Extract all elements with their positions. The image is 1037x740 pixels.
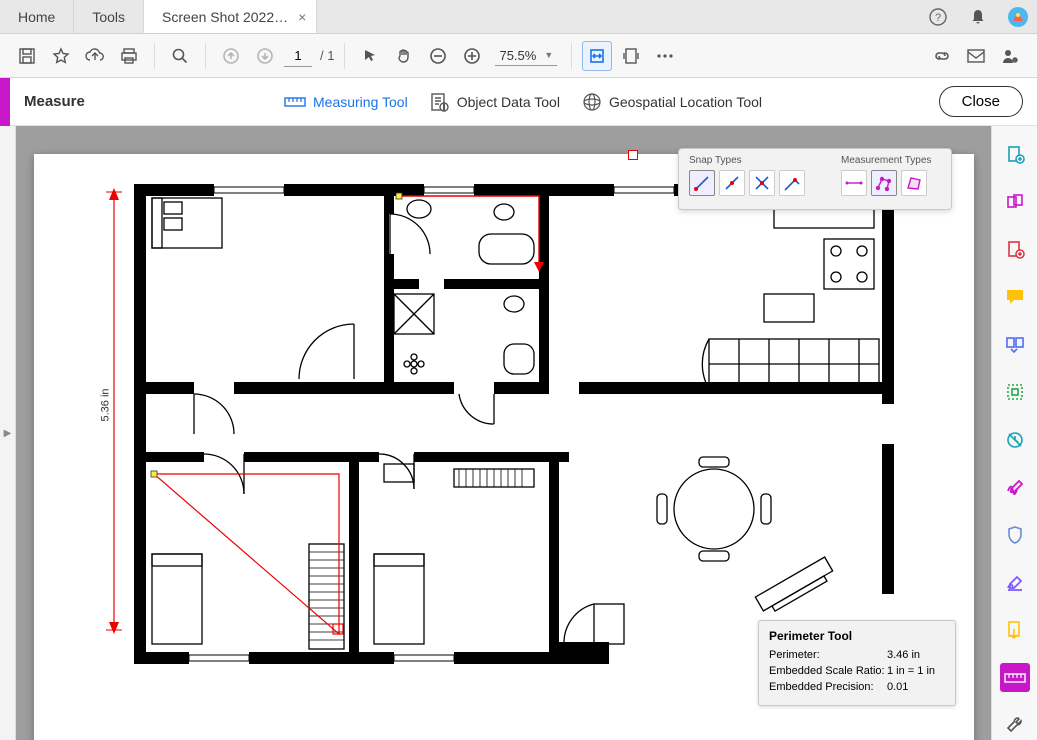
right-sidebar — [991, 126, 1037, 740]
organize-icon[interactable] — [1000, 330, 1030, 360]
tab-home-label: Home — [18, 9, 55, 25]
scale-ratio-value: 1 in = 1 in — [887, 665, 945, 677]
tab-document[interactable]: Screen Shot 2022… × — [144, 0, 317, 33]
object-data-tool-button[interactable]: i Object Data Tool — [430, 92, 560, 112]
share-user-icon[interactable] — [995, 41, 1025, 71]
measure-perimeter-icon[interactable] — [871, 170, 897, 196]
print-icon[interactable] — [114, 41, 144, 71]
edit-pdf-icon[interactable] — [1000, 235, 1030, 265]
profile-avatar-icon[interactable] — [1007, 6, 1029, 28]
measure-toolbar: Measure Measuring Tool i Object Data Too… — [0, 78, 1037, 126]
measure-title: Measure — [24, 93, 85, 110]
measuring-tool-button[interactable]: Measuring Tool — [284, 94, 408, 110]
bell-icon[interactable] — [967, 6, 989, 28]
geospatial-tool-label: Geospatial Location Tool — [609, 94, 762, 110]
measure-tool-icon[interactable] — [1000, 663, 1030, 693]
star-icon[interactable] — [46, 41, 76, 71]
zoom-out-icon[interactable] — [423, 41, 453, 71]
dimension-label: 5.36 in — [100, 388, 112, 421]
floor-plan — [134, 184, 894, 664]
fit-width-icon[interactable] — [582, 41, 612, 71]
sign-icon[interactable] — [1000, 473, 1030, 503]
snap-panel: Snap Types Measurement Types — [678, 148, 952, 210]
chevron-down-icon: ▼ — [544, 50, 553, 60]
perimeter-info-panel: Perimeter Tool Perimeter:3.46 in Embedde… — [758, 620, 956, 706]
cloud-upload-icon[interactable] — [80, 41, 110, 71]
zoom-level-label: 75.5% — [499, 48, 536, 63]
combine-files-icon[interactable] — [1000, 188, 1030, 218]
more-tools-icon[interactable] — [1000, 710, 1030, 740]
snap-endpoint-icon[interactable] — [689, 170, 715, 196]
compress-icon[interactable] — [1000, 378, 1030, 408]
precision-value: 0.01 — [887, 681, 945, 693]
link-icon[interactable] — [927, 41, 957, 71]
perimeter-panel-title: Perimeter Tool — [769, 629, 945, 643]
close-tab-icon[interactable]: × — [298, 9, 306, 25]
comment-icon[interactable] — [1000, 283, 1030, 313]
geospatial-tool-button[interactable]: Geospatial Location Tool — [582, 92, 762, 112]
svg-text:?: ? — [935, 12, 941, 24]
measure-area-icon[interactable] — [901, 170, 927, 196]
snap-intersection-icon[interactable] — [749, 170, 775, 196]
search-icon[interactable] — [165, 41, 195, 71]
measure-accent-marker — [0, 78, 10, 126]
snap-midpoint-icon[interactable] — [719, 170, 745, 196]
snap-types-label: Snap Types — [689, 155, 831, 166]
save-icon[interactable] — [12, 41, 42, 71]
next-page-icon[interactable] — [250, 41, 280, 71]
close-button-label: Close — [962, 93, 1000, 110]
page-total-label: / 1 — [320, 48, 334, 63]
chevron-right-icon: ▶ — [4, 428, 12, 439]
scale-ratio-label: Embedded Scale Ratio: — [769, 665, 887, 677]
precision-label: Embedded Precision: — [769, 681, 887, 693]
snap-perpendicular-icon[interactable] — [779, 170, 805, 196]
measurement-types-label: Measurement Types — [841, 155, 941, 166]
left-panel-toggle[interactable]: ▶ — [0, 126, 16, 740]
redact-icon[interactable] — [1000, 425, 1030, 455]
tab-tools[interactable]: Tools — [74, 0, 144, 33]
globe-icon — [582, 92, 602, 112]
measuring-tool-label: Measuring Tool — [313, 94, 408, 110]
perimeter-label: Perimeter: — [769, 649, 887, 661]
hand-tool-icon[interactable] — [389, 41, 419, 71]
help-icon[interactable]: ? — [927, 6, 949, 28]
more-icon[interactable] — [650, 41, 680, 71]
fill-sign-icon[interactable] — [1000, 568, 1030, 598]
export-icon[interactable] — [1000, 615, 1030, 645]
select-tool-icon[interactable] — [355, 41, 385, 71]
prev-page-icon[interactable] — [216, 41, 246, 71]
close-button[interactable]: Close — [939, 86, 1023, 117]
tab-document-label: Screen Shot 2022… — [162, 9, 288, 25]
fit-page-icon[interactable] — [616, 41, 646, 71]
page-number-input[interactable] — [284, 45, 312, 67]
annotation-handle[interactable] — [628, 150, 638, 160]
zoom-level-dropdown[interactable]: 75.5% ▼ — [495, 46, 557, 66]
tab-bar: Home Tools Screen Shot 2022… × ? — [0, 0, 1037, 34]
object-data-tool-label: Object Data Tool — [457, 94, 560, 110]
tab-home[interactable]: Home — [0, 0, 74, 33]
zoom-in-icon[interactable] — [457, 41, 487, 71]
ruler-icon — [284, 95, 306, 109]
perimeter-value: 3.46 in — [887, 649, 945, 661]
main-toolbar: / 1 75.5% ▼ — [0, 34, 1037, 78]
object-data-icon: i — [430, 92, 450, 112]
tab-tools-label: Tools — [92, 9, 125, 25]
measure-distance-icon[interactable] — [841, 170, 867, 196]
protect-icon[interactable] — [1000, 520, 1030, 550]
email-icon[interactable] — [961, 41, 991, 71]
create-pdf-icon[interactable] — [1000, 140, 1030, 170]
